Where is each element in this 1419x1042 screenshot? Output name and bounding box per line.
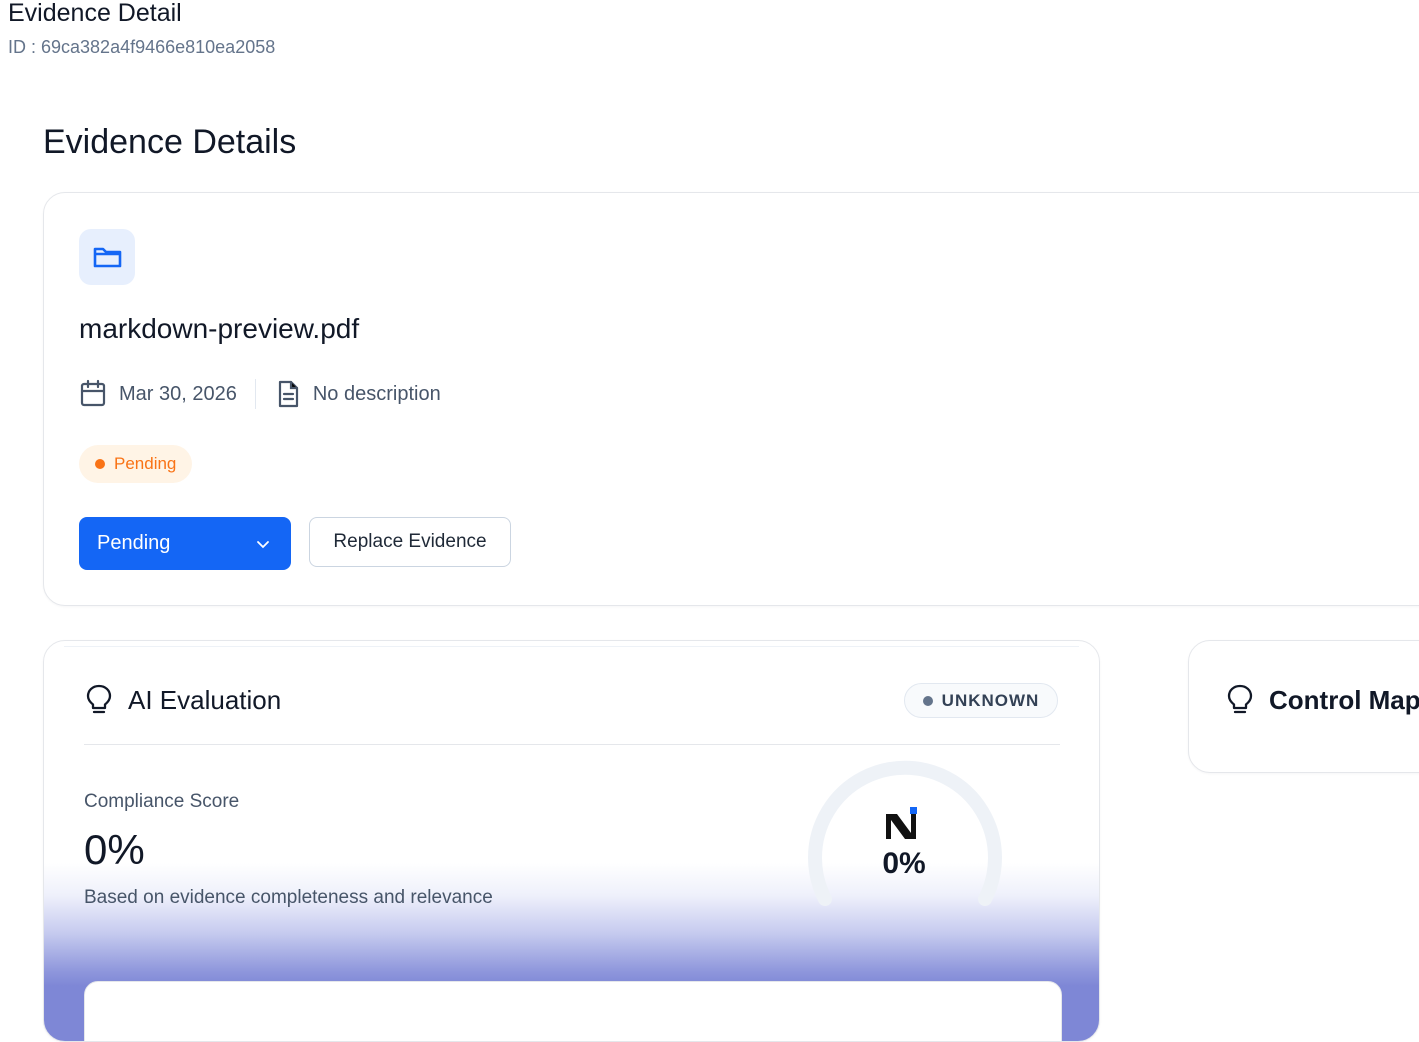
- compliance-score-label: Compliance Score: [84, 791, 240, 812]
- ai-evaluation-header: AI Evaluation: [84, 683, 281, 717]
- ai-evaluation-divider: [84, 744, 1060, 745]
- status-select-value: Pending: [97, 532, 171, 554]
- evidence-date-text: Mar 30, 2026: [119, 382, 237, 405]
- card-top-line: [64, 646, 1079, 647]
- evidence-details-heading: Evidence Details: [43, 123, 297, 161]
- ai-logo-icon: [886, 807, 917, 839]
- folder-icon: [93, 247, 121, 268]
- evaluation-detail-panel: [84, 981, 1062, 1041]
- replace-evidence-button[interactable]: Replace Evidence: [309, 517, 511, 567]
- ai-evaluation-title: AI Evaluation: [128, 684, 282, 715]
- control-mapping-card: Control Map: [1188, 640, 1419, 773]
- folder-icon-tile: [79, 229, 135, 285]
- calendar-icon: [80, 379, 106, 407]
- evidence-description-text: No description: [312, 382, 441, 405]
- evidence-date: Mar 30, 2026: [79, 379, 237, 409]
- evidence-file-name: markdown-preview.pdf: [79, 313, 360, 344]
- gauge-value: 0%: [882, 847, 926, 880]
- evaluation-status-badge: UNKNOWN: [904, 683, 1058, 718]
- control-mapping-header: Control Map: [1225, 683, 1419, 717]
- evidence-description: No description: [276, 379, 441, 409]
- chevron-down-icon: [257, 540, 269, 548]
- evidence-card: markdown-preview.pdf Mar 30, 2026 No des…: [43, 192, 1419, 606]
- compliance-score-note: Based on evidence completeness and relev…: [84, 887, 493, 908]
- ai-evaluation-card: AI Evaluation UNKNOWN Compliance Score 0…: [43, 640, 1100, 1042]
- evaluation-status-label: UNKNOWN: [941, 690, 1040, 710]
- evaluation-status-dot: [922, 695, 933, 706]
- lightbulb-icon: [86, 684, 112, 714]
- compliance-score-value: 0%: [84, 826, 145, 873]
- status-dot: [95, 459, 105, 469]
- page-title: Evidence Detail: [8, 0, 182, 27]
- control-mapping-title: Control Map: [1269, 684, 1419, 715]
- document-icon: [278, 380, 298, 408]
- evidence-id: ID : 69ca382a4f9466e810ea2058: [8, 37, 276, 57]
- status-badge: Pending: [79, 445, 193, 483]
- status-select[interactable]: Pending: [79, 517, 291, 570]
- lightbulb-icon: [1227, 684, 1253, 714]
- status-badge-label: Pending: [114, 454, 177, 473]
- evidence-meta-row: Mar 30, 2026 No description: [79, 379, 441, 409]
- meta-divider: [254, 379, 256, 409]
